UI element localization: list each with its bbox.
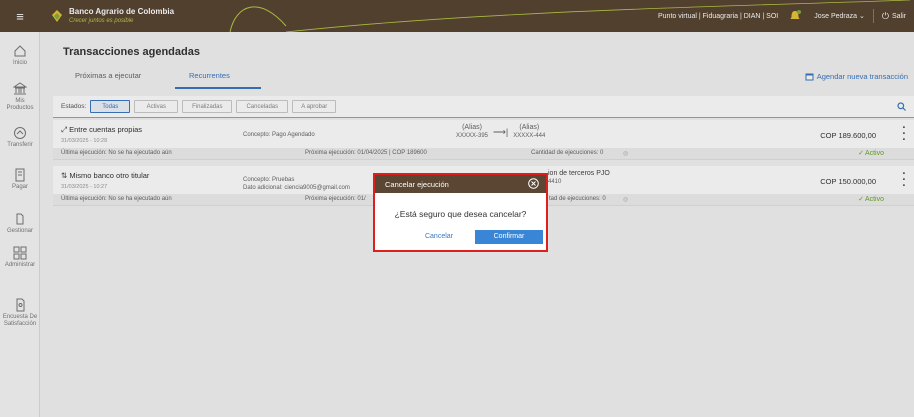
- cancel-execution-dialog: Cancelar ejecución ¿Está seguro que dese…: [373, 173, 548, 252]
- dialog-header: Cancelar ejecución: [375, 175, 546, 193]
- dialog-title: Cancelar ejecución: [385, 179, 449, 189]
- dialog-actions: Cancelar Confirmar: [375, 230, 546, 244]
- dialog-message: ¿Está seguro que desea cancelar?: [394, 209, 527, 219]
- confirm-button[interactable]: Confirmar: [475, 230, 543, 244]
- cancel-button[interactable]: Cancelar: [413, 230, 465, 244]
- close-icon[interactable]: [528, 178, 539, 189]
